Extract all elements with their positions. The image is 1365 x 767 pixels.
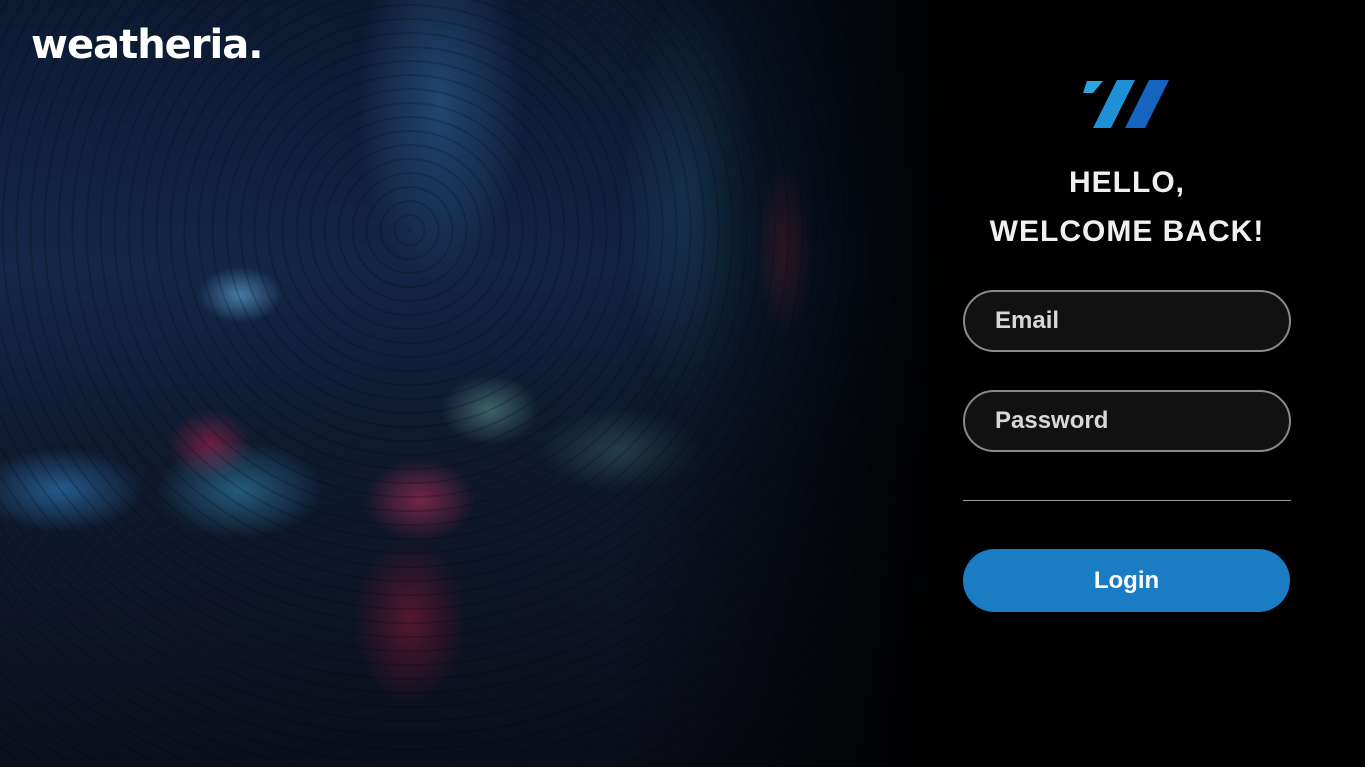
email-input[interactable]: [965, 292, 1289, 350]
greeting-line-2: WELCOME BACK!: [989, 215, 1265, 248]
welcome-heading: HELLO, WELCOME BACK!: [963, 158, 1291, 256]
login-button[interactable]: Login: [963, 549, 1290, 612]
greeting-line-1: HELLO,: [1069, 166, 1185, 199]
password-field[interactable]: [963, 390, 1291, 452]
password-input[interactable]: [965, 392, 1289, 450]
email-field[interactable]: [963, 290, 1291, 352]
brand-logo-text: weatheria.: [31, 22, 263, 68]
login-panel: HELLO, WELCOME BACK! Login: [963, 0, 1291, 767]
weatheria-logo-icon: [1083, 80, 1169, 128]
form-divider: [963, 500, 1291, 501]
